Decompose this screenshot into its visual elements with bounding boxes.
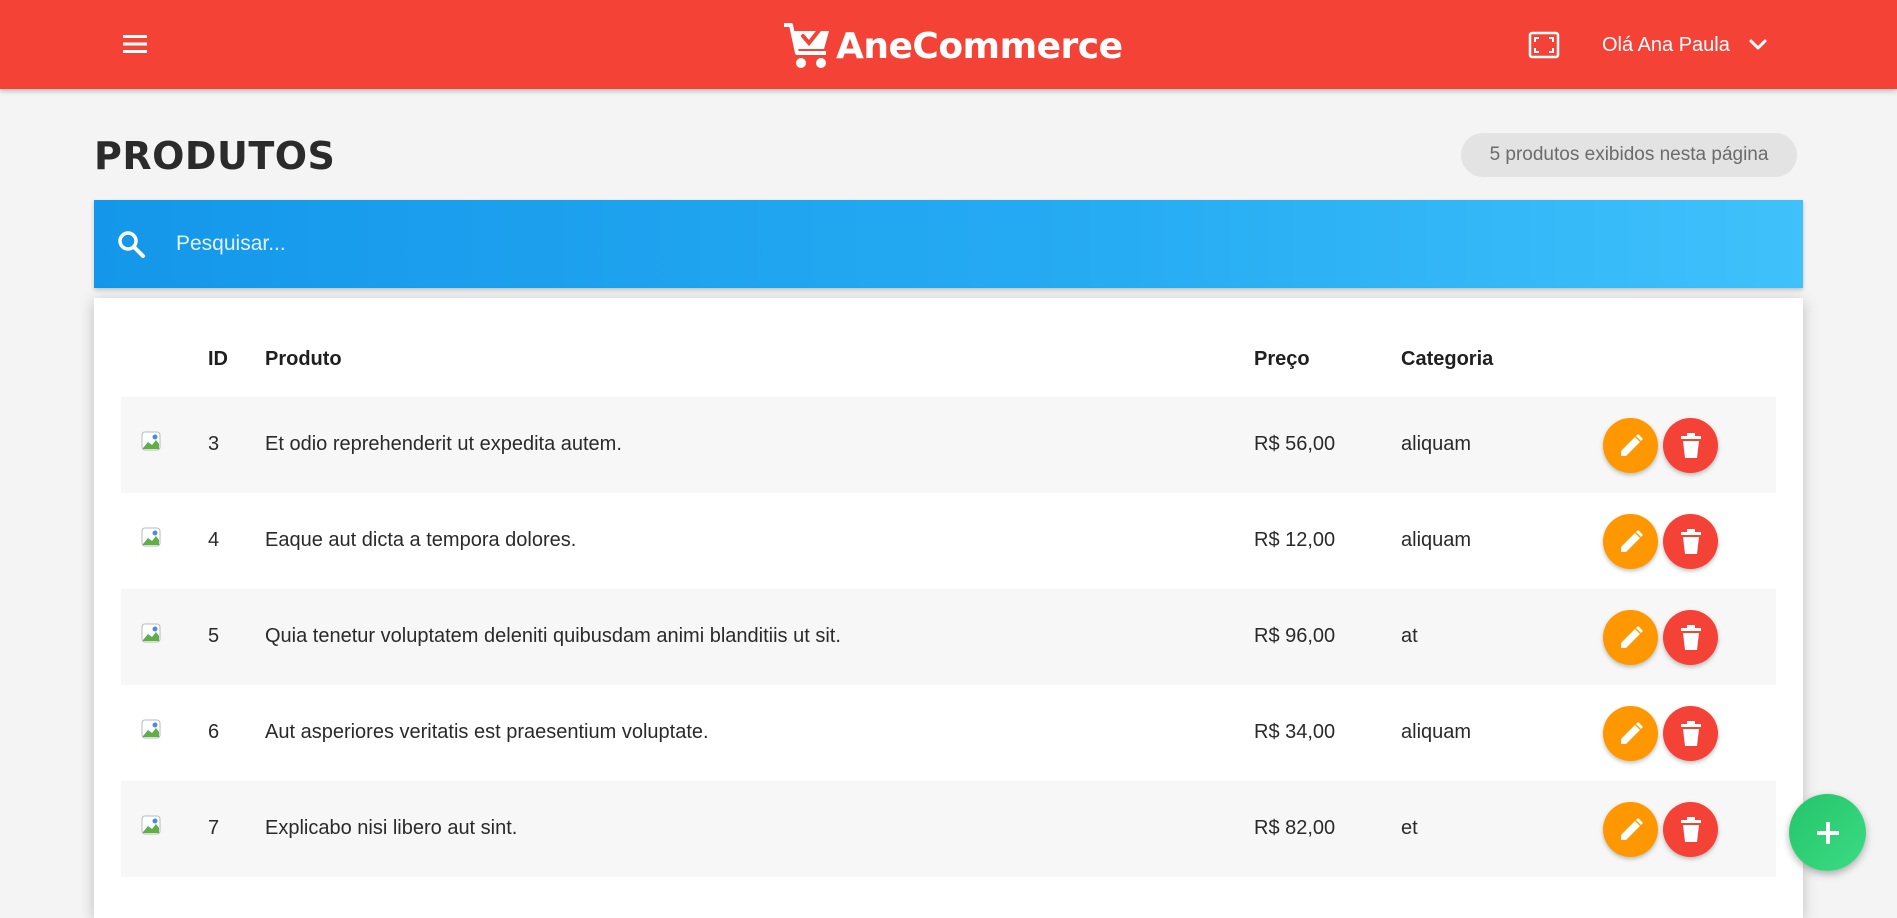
column-header-product: Produto: [265, 348, 342, 370]
edit-button[interactable]: [1603, 610, 1658, 665]
trash-icon: [1680, 720, 1701, 746]
column-header-price: Preço: [1254, 348, 1310, 370]
table-row[interactable]: 6 Aut asperiores veritatis est praesenti…: [121, 685, 1776, 781]
product-count-badge: 5 produtos exibidos nesta página: [1461, 133, 1797, 177]
product-name: Aut asperiores veritatis est praesentium…: [265, 721, 709, 743]
product-category: aliquam: [1401, 433, 1472, 455]
top-app-bar: AneCommerce Olá Ana Paula: [0, 0, 1897, 89]
add-product-button[interactable]: [1789, 794, 1866, 871]
user-menu[interactable]: Olá Ana Paula: [1602, 28, 1768, 62]
delete-button[interactable]: [1663, 610, 1718, 665]
products-table-card: ID Produto Preço Categoria 3 Et odio rep…: [94, 298, 1803, 918]
edit-button[interactable]: [1603, 418, 1658, 473]
product-id: 5: [208, 625, 220, 647]
menu-icon: [123, 35, 147, 53]
product-id: 6: [208, 721, 220, 743]
product-id: 7: [208, 817, 220, 839]
search-icon: [118, 231, 145, 258]
chevron-down-icon: [1749, 39, 1767, 50]
plus-icon: [1816, 821, 1839, 844]
table-row[interactable]: 7 Explicabo nisi libero aut sint. R$ 82,…: [121, 781, 1776, 877]
delete-button[interactable]: [1663, 514, 1718, 569]
table-header: ID Produto Preço Categoria: [121, 338, 1776, 384]
product-price: R$ 12,00: [1254, 529, 1336, 551]
product-category: et: [1401, 817, 1418, 839]
broken-image-icon: [141, 527, 161, 547]
cart-check-icon: [784, 19, 829, 68]
pencil-icon: [1620, 817, 1643, 840]
broken-image-icon: [141, 815, 161, 835]
broken-image-icon: [141, 431, 161, 451]
product-price: R$ 34,00: [1254, 721, 1336, 743]
search-input[interactable]: [174, 220, 1734, 268]
table-row[interactable]: 4 Eaque aut dicta a tempora dolores. R$ …: [121, 493, 1776, 589]
search-bar: [94, 200, 1803, 288]
delete-button[interactable]: [1663, 706, 1718, 761]
fullscreen-button[interactable]: [1528, 31, 1560, 59]
table-row[interactable]: 3 Et odio reprehenderit ut expedita aute…: [121, 397, 1776, 493]
brand-name: AneCommerce: [836, 25, 1123, 67]
fullscreen-icon: [1528, 31, 1560, 59]
trash-icon: [1680, 528, 1701, 554]
pencil-icon: [1620, 433, 1643, 456]
menu-button[interactable]: [118, 29, 152, 59]
broken-image-icon: [141, 719, 161, 739]
brand-logo[interactable]: AneCommerce: [782, 18, 1123, 74]
product-name: Explicabo nisi libero aut sint.: [265, 817, 518, 839]
user-greeting: Olá Ana Paula: [1602, 33, 1730, 56]
edit-button[interactable]: [1603, 802, 1658, 857]
product-price: R$ 82,00: [1254, 817, 1336, 839]
product-category: aliquam: [1401, 721, 1472, 743]
broken-image-icon: [141, 623, 161, 643]
column-header-category: Categoria: [1401, 348, 1494, 370]
product-category: aliquam: [1401, 529, 1472, 551]
edit-button[interactable]: [1603, 706, 1658, 761]
page-title: PRODUTOS: [94, 134, 336, 178]
column-header-id: ID: [208, 348, 228, 370]
delete-button[interactable]: [1663, 418, 1718, 473]
product-name: Et odio reprehenderit ut expedita autem.: [265, 433, 622, 455]
pencil-icon: [1620, 529, 1643, 552]
edit-button[interactable]: [1603, 514, 1658, 569]
product-name: Quia tenetur voluptatem deleniti quibusd…: [265, 625, 841, 647]
trash-icon: [1680, 816, 1701, 842]
product-price: R$ 96,00: [1254, 625, 1336, 647]
table-row[interactable]: 5 Quia tenetur voluptatem deleniti quibu…: [121, 589, 1776, 685]
delete-button[interactable]: [1663, 802, 1718, 857]
trash-icon: [1680, 432, 1701, 458]
product-category: at: [1401, 625, 1418, 647]
product-id: 4: [208, 529, 220, 551]
pencil-icon: [1620, 721, 1643, 744]
product-id: 3: [208, 433, 220, 455]
pencil-icon: [1620, 625, 1643, 648]
product-price: R$ 56,00: [1254, 433, 1336, 455]
trash-icon: [1680, 624, 1701, 650]
product-name: Eaque aut dicta a tempora dolores.: [265, 529, 577, 551]
